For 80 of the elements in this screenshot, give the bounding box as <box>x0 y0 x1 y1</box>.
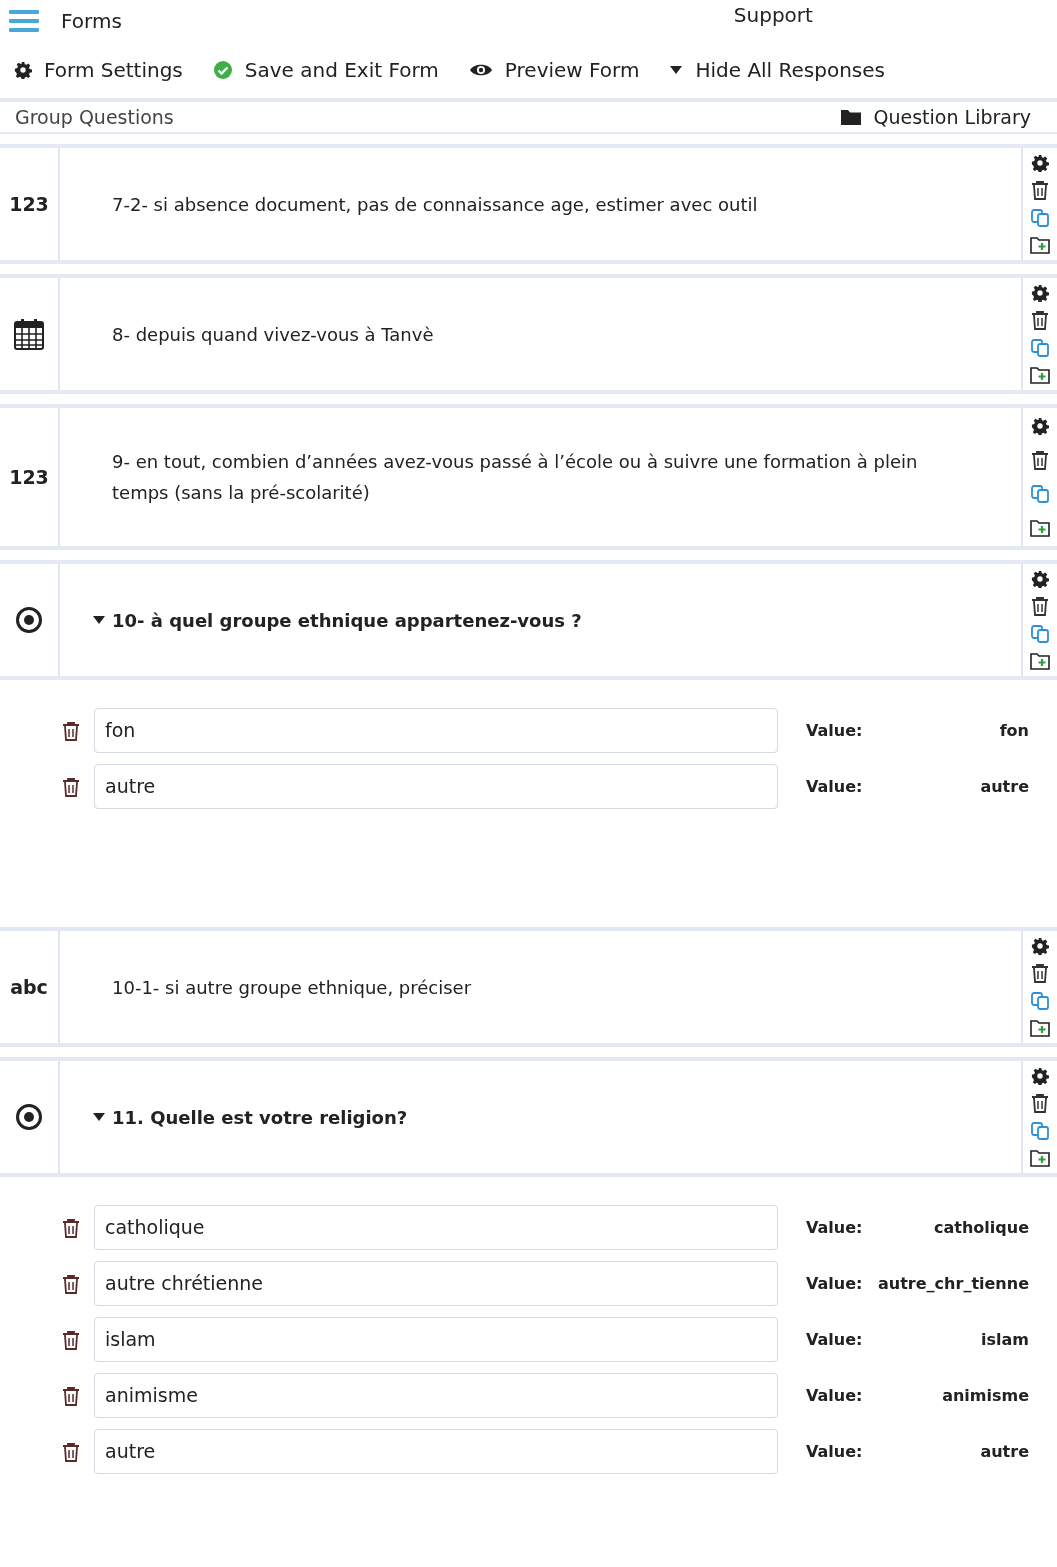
toolbar-button[interactable]: Preview Form <box>468 55 640 85</box>
choice-label-field[interactable]: islam <box>94 1317 778 1362</box>
trash-icon[interactable] <box>62 720 80 741</box>
copy-icon[interactable] <box>1030 338 1050 358</box>
choice-label-field[interactable]: autre <box>94 764 778 809</box>
eye-icon <box>468 62 493 78</box>
question-text[interactable]: 10- à quel groupe ethnique appartenez-vous ? <box>112 604 582 636</box>
copy-icon[interactable] <box>1030 208 1050 228</box>
choice-value: autre <box>980 1440 1029 1463</box>
trash-icon[interactable] <box>62 1273 80 1294</box>
choice-value: islam <box>981 1328 1029 1351</box>
caret-down-icon[interactable] <box>669 65 684 75</box>
choice-label-field[interactable]: autre chrétienne <box>94 1261 778 1306</box>
trash-icon[interactable] <box>1031 449 1049 470</box>
folder-plus-icon[interactable] <box>1030 518 1050 537</box>
choice-value: animisme <box>942 1384 1029 1407</box>
choice-label-field[interactable]: fon <box>94 708 778 753</box>
menu-icon[interactable] <box>9 8 39 34</box>
support-link[interactable]: Support <box>733 0 813 30</box>
question-type-label: 123 <box>9 191 49 217</box>
radio-button-icon <box>15 1103 43 1131</box>
folder-icon <box>839 108 862 126</box>
calendar-icon <box>14 318 44 350</box>
folder-plus-icon[interactable] <box>1030 652 1050 670</box>
settings-icon[interactable] <box>1031 154 1049 172</box>
settings-icon[interactable] <box>1031 937 1049 955</box>
value-label: Value: <box>806 719 863 742</box>
question-library-button[interactable]: Question Library <box>839 102 1031 132</box>
settings-icon[interactable] <box>1031 1067 1049 1085</box>
copy-icon[interactable] <box>1030 991 1050 1011</box>
caret-down-icon[interactable] <box>92 615 106 625</box>
radio-button-icon <box>15 606 43 634</box>
value-label: Value: <box>806 775 863 798</box>
question-text[interactable]: 10-1- si autre groupe ethnique, préciser <box>112 971 472 1003</box>
value-label: Value: <box>806 1440 863 1463</box>
choice-label-field[interactable]: catholique <box>94 1205 778 1250</box>
trash-icon[interactable] <box>62 1217 80 1238</box>
trash-icon[interactable] <box>62 1329 80 1350</box>
choice-label-field[interactable]: animisme <box>94 1373 778 1418</box>
trash-icon[interactable] <box>62 1441 80 1462</box>
trash-icon[interactable] <box>1031 310 1049 330</box>
choice-value: catholique <box>934 1216 1029 1239</box>
choice-value: autre <box>980 775 1029 798</box>
trash-icon[interactable] <box>62 1385 80 1406</box>
toolbar-button[interactable]: Hide All Responses <box>669 55 885 85</box>
settings-icon[interactable] <box>1031 417 1049 436</box>
check-circle-icon <box>212 60 233 80</box>
copy-icon[interactable] <box>1030 484 1050 505</box>
folder-plus-icon[interactable] <box>1030 1149 1050 1167</box>
choice-label-field[interactable]: autre <box>94 1429 778 1474</box>
question-text[interactable]: 8- depuis quand vivez-vous à Tanvè <box>112 318 434 350</box>
folder-plus-icon[interactable] <box>1030 1019 1050 1037</box>
toolbar-button[interactable]: Save and Exit Form <box>212 55 439 85</box>
question-text[interactable]: 7-2- si absence document, pas de connaissance age, estimer avec outil <box>112 188 758 220</box>
settings-icon[interactable] <box>1031 284 1049 302</box>
question-text[interactable]: 9- en tout, combien d’années avez-vous passé à l’école ou à suivre une formation à plein temps (sans la pré-scolarité) <box>112 446 961 508</box>
copy-icon[interactable] <box>1030 624 1050 644</box>
trash-icon[interactable] <box>62 776 80 797</box>
trash-icon[interactable] <box>1031 180 1049 200</box>
folder-plus-icon[interactable] <box>1030 366 1050 384</box>
question-type-label: 123 <box>9 464 49 490</box>
folder-plus-icon[interactable] <box>1030 236 1050 254</box>
value-label: Value: <box>806 1384 863 1407</box>
group-questions-title: Group Questions <box>15 104 174 130</box>
value-label: Value: <box>806 1328 863 1351</box>
choice-value: fon <box>999 719 1029 742</box>
trash-icon[interactable] <box>1031 596 1049 616</box>
toolbar-button[interactable]: Form Settings <box>14 55 183 85</box>
trash-icon[interactable] <box>1031 963 1049 983</box>
caret-down-icon[interactable] <box>92 1112 106 1122</box>
question-text[interactable]: 11. Quelle est votre religion? <box>112 1101 408 1133</box>
copy-icon[interactable] <box>1030 1121 1050 1141</box>
settings-icon[interactable] <box>1031 570 1049 588</box>
value-label: Value: <box>806 1216 863 1239</box>
app-title: Forms <box>61 8 122 35</box>
question-type-label: abc <box>10 974 48 1000</box>
choice-value: autre_chr_tienne <box>878 1272 1029 1295</box>
settings-icon[interactable] <box>14 61 32 79</box>
value-label: Value: <box>806 1272 863 1295</box>
trash-icon[interactable] <box>1031 1093 1049 1113</box>
